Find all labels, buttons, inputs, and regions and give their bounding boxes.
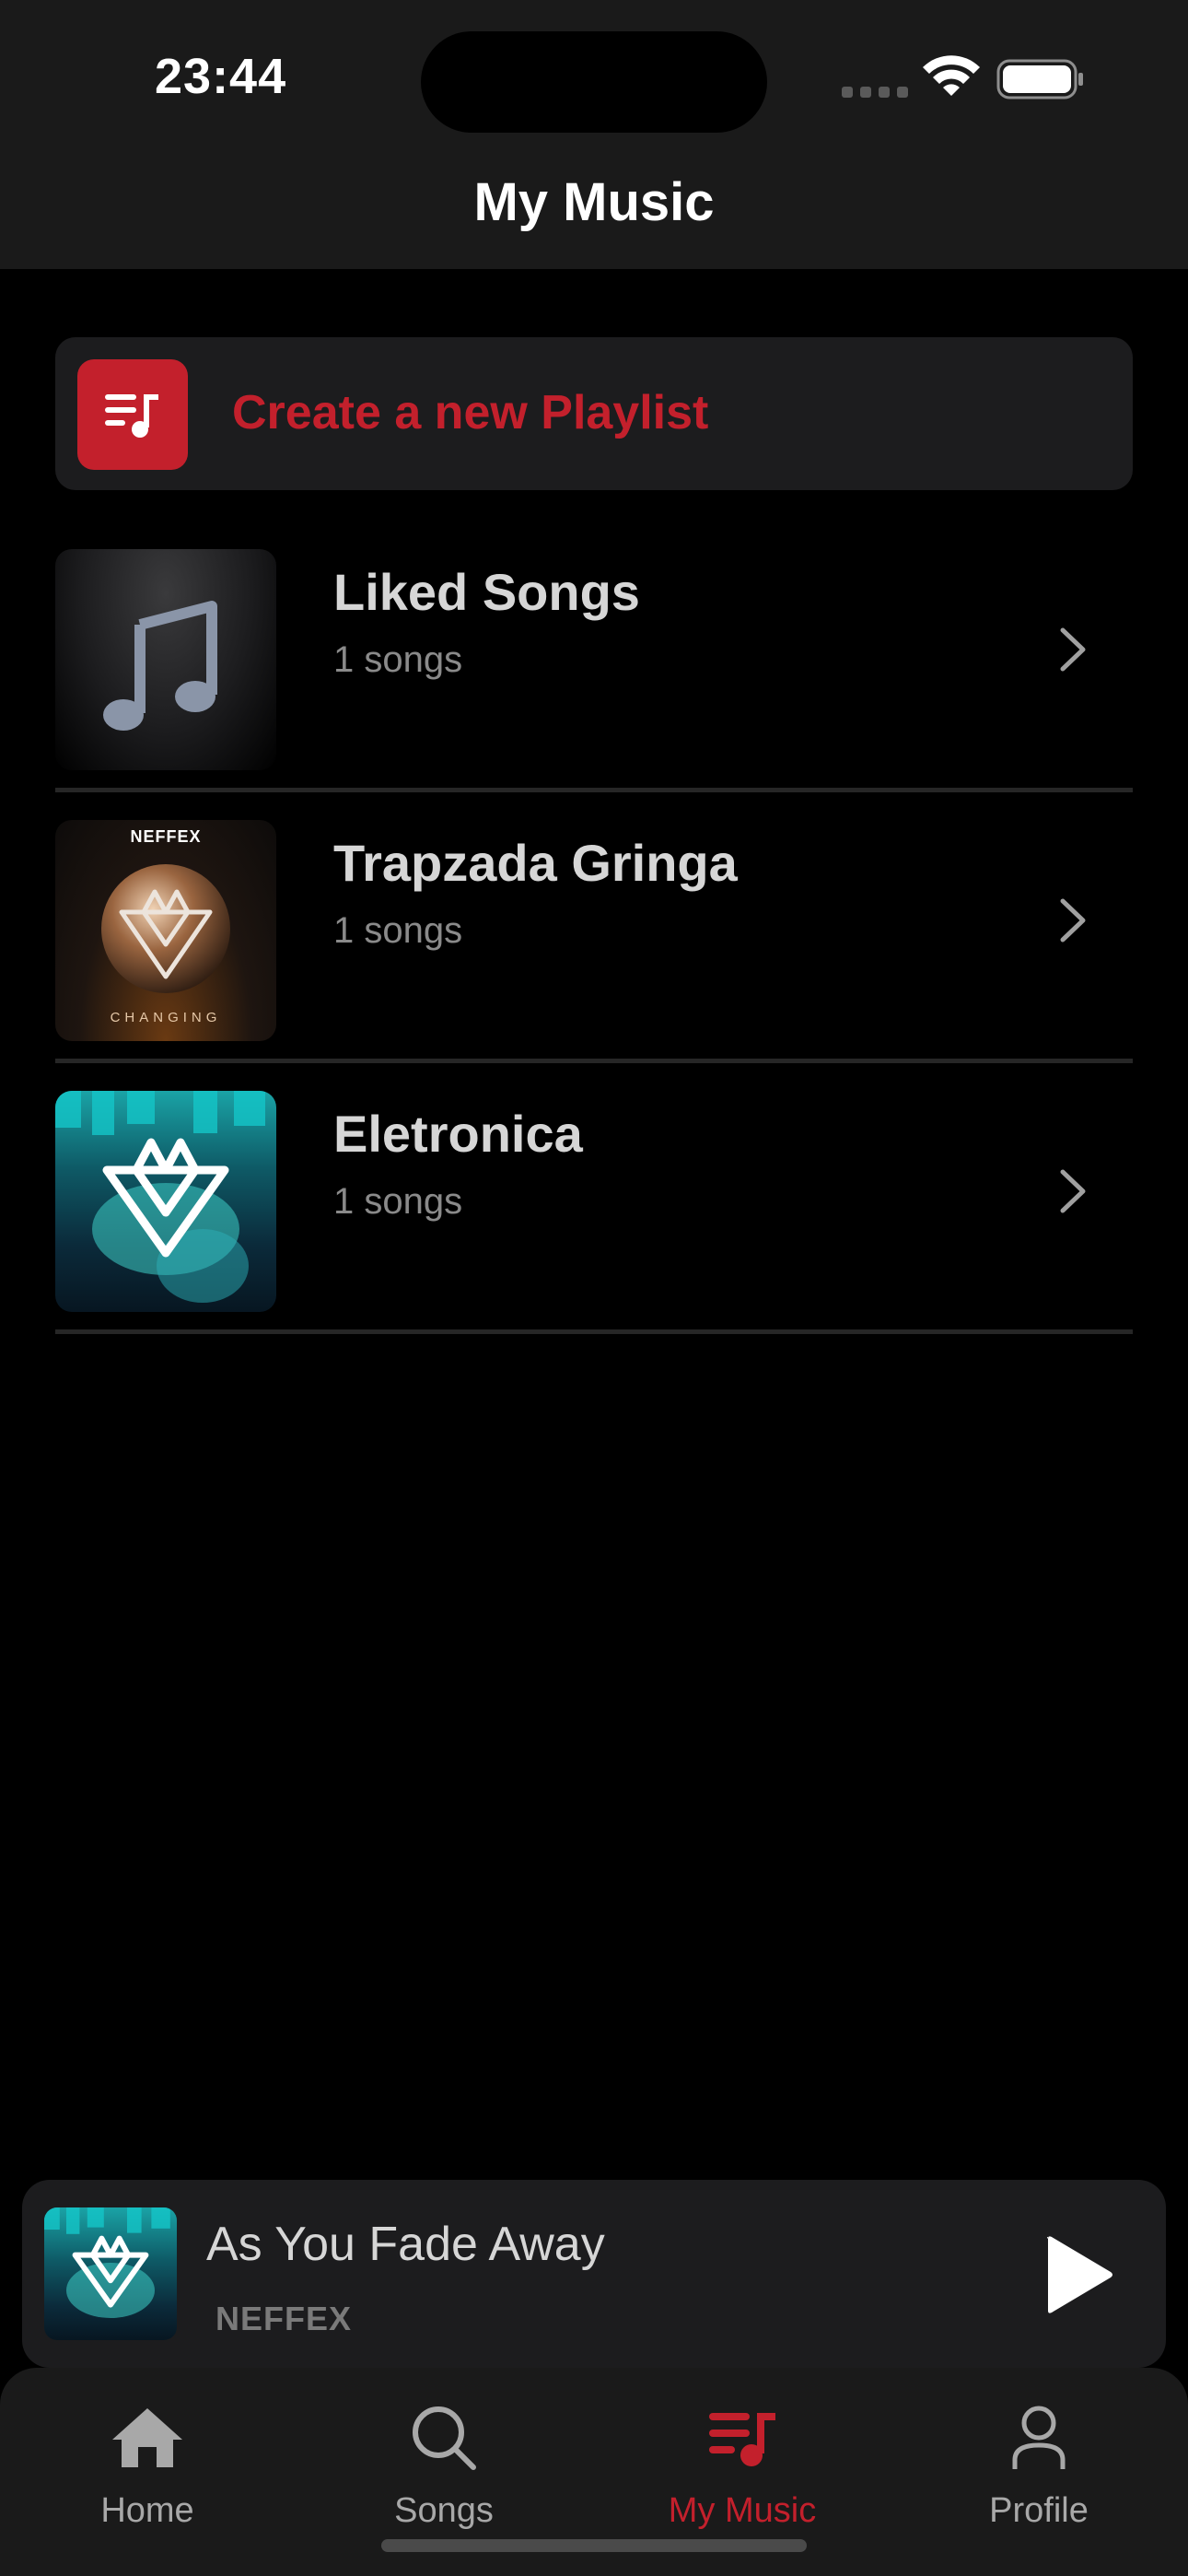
tab-label: Songs	[394, 2491, 494, 2530]
tab-label: My Music	[668, 2491, 817, 2530]
album-art-text: CHANGING	[110, 1010, 222, 1025]
playlist-song-count: 1 songs	[333, 639, 463, 680]
search-icon	[324, 2401, 564, 2475]
playlist-song-count: 1 songs	[333, 1181, 463, 1222]
playlist-add-icon	[77, 359, 188, 470]
wifi-icon	[923, 55, 980, 96]
divider	[55, 1329, 1133, 1334]
playlist-name: Liked Songs	[333, 563, 640, 621]
playlist-item-liked-songs[interactable]: Liked Songs 1 songs	[55, 525, 1133, 792]
play-icon[interactable]	[1035, 2233, 1118, 2316]
tab-label: Profile	[989, 2491, 1089, 2530]
music-note-art	[55, 549, 276, 770]
tab-songs[interactable]: Songs	[324, 2401, 564, 2531]
house-icon	[28, 2401, 267, 2475]
album-art-text: NEFFEX	[130, 827, 202, 846]
you-fade-away-album-art	[55, 1091, 276, 1312]
page-title: My Music	[473, 172, 715, 232]
playlist-name: Eletronica	[333, 1105, 583, 1163]
playlist-name: Trapzada Gringa	[333, 834, 738, 892]
create-playlist-button[interactable]: Create a new Playlist	[55, 337, 1133, 490]
playlist-song-count: 1 songs	[333, 910, 463, 951]
tab-home[interactable]: Home	[28, 2401, 267, 2531]
tab-profile[interactable]: Profile	[919, 2401, 1159, 2531]
now-playing-title: As You Fade Away	[206, 2218, 605, 2271]
playlist-item-eletronica[interactable]: Eletronica 1 songs	[55, 1067, 1133, 1334]
chevron-right-icon	[1060, 898, 1086, 943]
battery-icon	[996, 59, 1083, 100]
chevron-right-icon	[1060, 627, 1086, 672]
changing-album-art: NEFFEX CHANGING	[55, 820, 276, 1041]
cellular-signal-icon	[842, 87, 908, 98]
playlist-item-trapzada-gringa[interactable]: NEFFEX CHANGING Trapzada Gringa 1 songs	[55, 796, 1133, 1063]
now-playing-artist: NEFFEX	[215, 2300, 353, 2337]
dynamic-island	[421, 31, 767, 133]
person-icon	[919, 2401, 1159, 2475]
divider	[55, 1059, 1133, 1063]
playlist-music-icon	[623, 2401, 862, 2475]
tab-my-music[interactable]: My Music	[623, 2401, 862, 2531]
divider	[55, 788, 1133, 792]
create-playlist-label: Create a new Playlist	[232, 386, 709, 439]
mini-player[interactable]: As You Fade Away NEFFEX	[22, 2180, 1166, 2368]
tab-label: Home	[100, 2491, 194, 2530]
now-playing-album-art	[44, 2207, 177, 2340]
status-time: 23:44	[155, 49, 287, 104]
chevron-right-icon	[1060, 1169, 1086, 1213]
header: 23:44 My Music	[0, 0, 1188, 269]
home-indicator	[381, 2539, 807, 2552]
